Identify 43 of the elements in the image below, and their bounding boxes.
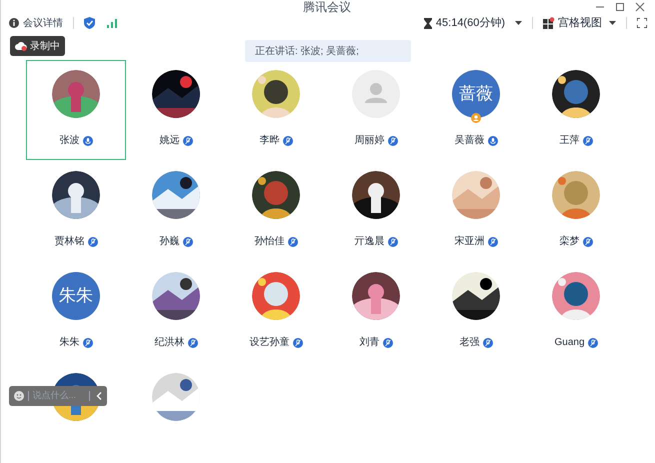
participant-name: 宋亚洲 <box>454 234 484 249</box>
participant-name: 栾梦 <box>560 234 580 249</box>
participant-name: 孙巍 <box>160 234 180 249</box>
chat-input[interactable]: 说点什么... <box>32 389 84 403</box>
participant-name: 设艺孙童 <box>250 336 290 350</box>
participant-name: 老强 <box>460 336 480 350</box>
participant-name: 李晔 <box>260 134 280 148</box>
info-icon <box>9 18 19 28</box>
caret-icon <box>515 21 522 26</box>
cloud-icon <box>15 41 27 52</box>
participant-name: 纪洪林 <box>154 336 184 350</box>
caret-icon <box>609 21 616 26</box>
close-icon <box>635 2 645 12</box>
participant-name: 王萍 <box>560 134 580 148</box>
chevron-left-icon <box>96 392 102 400</box>
maximize-icon <box>615 2 625 12</box>
smiley-icon <box>14 391 24 401</box>
avatar: 朱朱 <box>52 272 100 320</box>
participant-name: 孙怡佳 <box>254 234 284 249</box>
meeting-details-link[interactable]: 会议详情 <box>23 16 63 31</box>
grid-icon <box>543 17 555 30</box>
participant-name: 亓逸晨 <box>354 235 384 249</box>
avatar: 蔷薇 <box>452 70 500 118</box>
participant-name: Guang <box>554 336 585 350</box>
participant-name: 贾林铭 <box>54 234 84 249</box>
fullscreen-icon <box>637 18 647 28</box>
hourglass-icon <box>424 18 432 29</box>
signal-icon <box>107 18 117 28</box>
speaking-banner: 正在讲话: 张波; 吴蔷薇; <box>245 40 411 62</box>
recording-badge: 录制中 <box>10 36 65 56</box>
chat-bar[interactable]: 说点什么... <box>9 386 107 406</box>
person-avatar-icon <box>352 70 400 118</box>
selected-tile-frame[interactable]: 张波 <box>26 60 126 160</box>
participant-name: 刘青 <box>360 336 380 350</box>
timer-dropdown[interactable]: 45:14(60分钟) <box>436 14 522 32</box>
participant-name: 姚远 <box>160 134 180 148</box>
grid-view-dropdown[interactable]: 宫格视图 <box>543 14 616 32</box>
shield-icon <box>84 17 95 30</box>
window-title: 腾讯会议 <box>303 0 351 16</box>
participant-name: 吴蔷薇 <box>454 134 484 148</box>
participant-name: 张波 <box>60 134 80 148</box>
participant-name: 朱朱 <box>60 336 80 350</box>
participant-name: 周丽婷 <box>354 134 384 148</box>
